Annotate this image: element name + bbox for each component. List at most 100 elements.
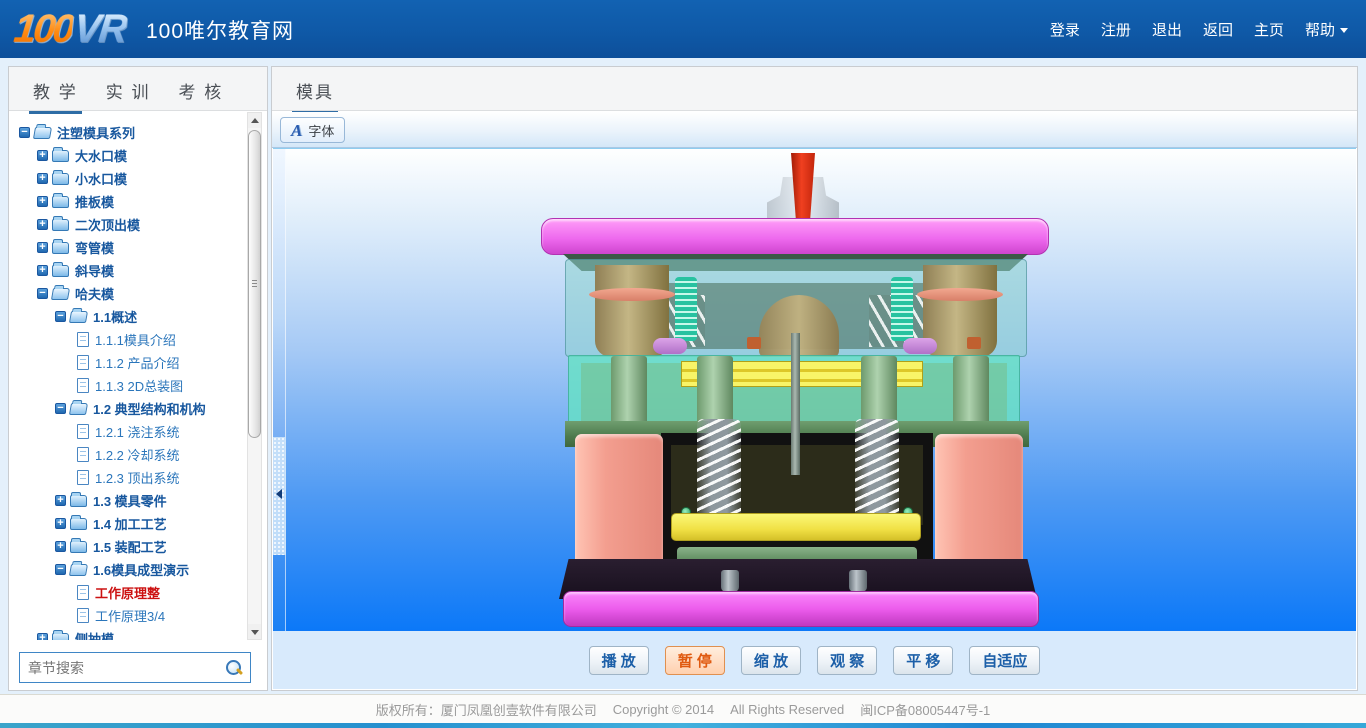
pan-button[interactable]: 平 移 <box>893 646 953 675</box>
header-nav-login[interactable]: 登录 <box>1050 19 1080 40</box>
tab-mold[interactable]: 模具 <box>292 67 338 113</box>
tree-item[interactable]: +1.3 模具零件 <box>9 489 267 512</box>
tree-item[interactable]: + 弯管模 <box>9 236 267 259</box>
file-icon <box>77 424 89 439</box>
folder-icon <box>52 219 69 231</box>
search-icon[interactable] <box>226 660 242 676</box>
tab-training[interactable]: 实 训 <box>102 67 155 113</box>
tree-item[interactable]: −1.1概述 <box>9 305 267 328</box>
file-icon <box>77 608 89 623</box>
tree-item[interactable]: 工作原理3/4 <box>9 604 267 627</box>
tree-item[interactable]: + 二次顶出模 <box>9 213 267 236</box>
tree-scrollbar[interactable] <box>247 112 262 640</box>
splitter-handle[interactable] <box>273 437 286 555</box>
tree-item[interactable]: +推板模 <box>9 190 267 213</box>
tree-item-label: 工作原理3/4 <box>95 606 165 625</box>
footer-text: 版权所有：厦门凤凰创壹软件有限公司 <box>376 700 597 719</box>
folder-icon <box>70 495 87 507</box>
tree-item-label: 二次顶出模 <box>75 215 140 234</box>
tree-item[interactable]: 1.1.3 2D总装图 <box>9 374 267 397</box>
tree-item[interactable]: 1.2.2 冷却系统 <box>9 443 267 466</box>
header-nav-help[interactable]: 帮助 <box>1305 19 1348 40</box>
scrollbar-thumb[interactable] <box>248 130 261 438</box>
footer: 版权所有：厦门凤凰创壹软件有限公司Copyright © 2014All Rig… <box>0 694 1366 723</box>
tree-item[interactable]: +小水口模 <box>9 167 267 190</box>
file-icon <box>77 332 89 347</box>
expand-plus-icon[interactable]: + <box>37 242 48 253</box>
tree-item[interactable]: +1.4 加工工艺 <box>9 512 267 535</box>
sidebar-tabrow: 教 学实 训考 核 <box>9 67 267 111</box>
logo-vr-text: VR <box>71 7 127 52</box>
expand-plus-icon[interactable]: + <box>55 495 66 506</box>
file-icon <box>77 355 89 370</box>
scrollbar-up-icon[interactable] <box>248 113 261 128</box>
site-title: 100唯尔教育网 <box>146 15 294 45</box>
tree-item-label: 弯管模 <box>75 238 114 257</box>
folder-icon <box>52 196 69 208</box>
mold-ejector-spring <box>855 419 899 521</box>
collapse-minus-icon[interactable]: − <box>37 288 48 299</box>
expand-plus-icon[interactable]: + <box>37 219 48 230</box>
collapse-minus-icon[interactable]: − <box>55 311 66 322</box>
header-nav-back[interactable]: 返回 <box>1203 19 1233 40</box>
mold-teal-spring <box>675 277 697 341</box>
footer-text: Copyright © 2014 <box>613 702 714 717</box>
header-nav: 登录注册退出返回主页帮助 <box>1050 0 1348 58</box>
collapse-minus-icon[interactable]: − <box>19 127 30 138</box>
zoom-button[interactable]: 缩 放 <box>741 646 801 675</box>
header-nav-logout[interactable]: 退出 <box>1152 19 1182 40</box>
mold-bottom-clamp-plate <box>563 591 1039 627</box>
expand-plus-icon[interactable]: + <box>55 518 66 529</box>
caret-down-icon <box>1340 28 1348 33</box>
tree-item[interactable]: 1.2.1 浇注系统 <box>9 420 267 443</box>
scrollbar-down-icon[interactable] <box>248 624 261 639</box>
expand-plus-icon[interactable]: + <box>37 265 48 276</box>
tree-item[interactable]: +斜导模 <box>9 259 267 282</box>
tab-teaching[interactable]: 教 学 <box>29 67 82 113</box>
expand-plus-icon[interactable]: + <box>37 633 48 640</box>
tree-item[interactable]: −1.2 典型结构和机构 <box>9 397 267 420</box>
splitter[interactable] <box>273 149 286 632</box>
tree-item[interactable]: + 侧抽模 <box>9 627 267 640</box>
expand-plus-icon[interactable]: + <box>37 173 48 184</box>
tree-item[interactable]: − 哈夫模 <box>9 282 267 305</box>
search-input[interactable] <box>20 660 226 676</box>
expand-plus-icon[interactable]: + <box>55 541 66 552</box>
collapse-minus-icon[interactable]: − <box>55 403 66 414</box>
tree-item[interactable]: 1.2.3 顶出系统 <box>9 466 267 489</box>
tree-item[interactable]: 工作原理整 <box>9 581 267 604</box>
tree-item-label: 侧抽模 <box>75 629 114 640</box>
tree-item[interactable]: 1.1.1模具介绍 <box>9 328 267 351</box>
folder-icon <box>33 127 52 139</box>
header-nav-register[interactable]: 注册 <box>1101 19 1131 40</box>
splitter-collapse-icon[interactable] <box>276 489 282 499</box>
tree-item[interactable]: −1.6模具成型演示 <box>9 558 267 581</box>
file-icon <box>77 378 89 393</box>
tree-item-label: 1.1.3 2D总装图 <box>95 376 183 395</box>
folder-icon <box>52 150 69 162</box>
main-panel: 模具 A 字体 <box>271 66 1358 691</box>
fit-button[interactable]: 自适应 <box>969 646 1040 675</box>
logo[interactable]: 100 VR <box>14 6 125 52</box>
tree-item-label: 哈夫模 <box>75 284 114 303</box>
observe-button[interactable]: 观 察 <box>817 646 877 675</box>
collapse-minus-icon[interactable]: − <box>55 564 66 575</box>
expand-plus-icon[interactable]: + <box>37 196 48 207</box>
tree-item[interactable]: 1.1.2 产品介绍 <box>9 351 267 374</box>
play-button[interactable]: 播 放 <box>589 646 649 675</box>
font-button[interactable]: A 字体 <box>280 117 345 143</box>
tree-item[interactable]: +1.5 装配工艺 <box>9 535 267 558</box>
mold-bushing-ring <box>589 288 675 301</box>
tree-item[interactable]: +大水口模 <box>9 144 267 167</box>
viewer-toolbar: A 字体 <box>272 112 1357 148</box>
footer-text: 闽ICP备08005447号-1 <box>860 700 990 719</box>
mold-spacer-block <box>935 434 1023 574</box>
viewer-3d[interactable] <box>273 148 1356 632</box>
mold-stop-bolt <box>849 570 867 592</box>
header-nav-home[interactable]: 主页 <box>1254 19 1284 40</box>
main-tabrow: 模具 <box>272 67 1357 111</box>
tree-item[interactable]: −注塑模具系列 <box>9 121 267 144</box>
tab-assessment[interactable]: 考 核 <box>174 67 227 113</box>
expand-plus-icon[interactable]: + <box>37 150 48 161</box>
pause-button[interactable]: 暂 停 <box>665 646 725 675</box>
